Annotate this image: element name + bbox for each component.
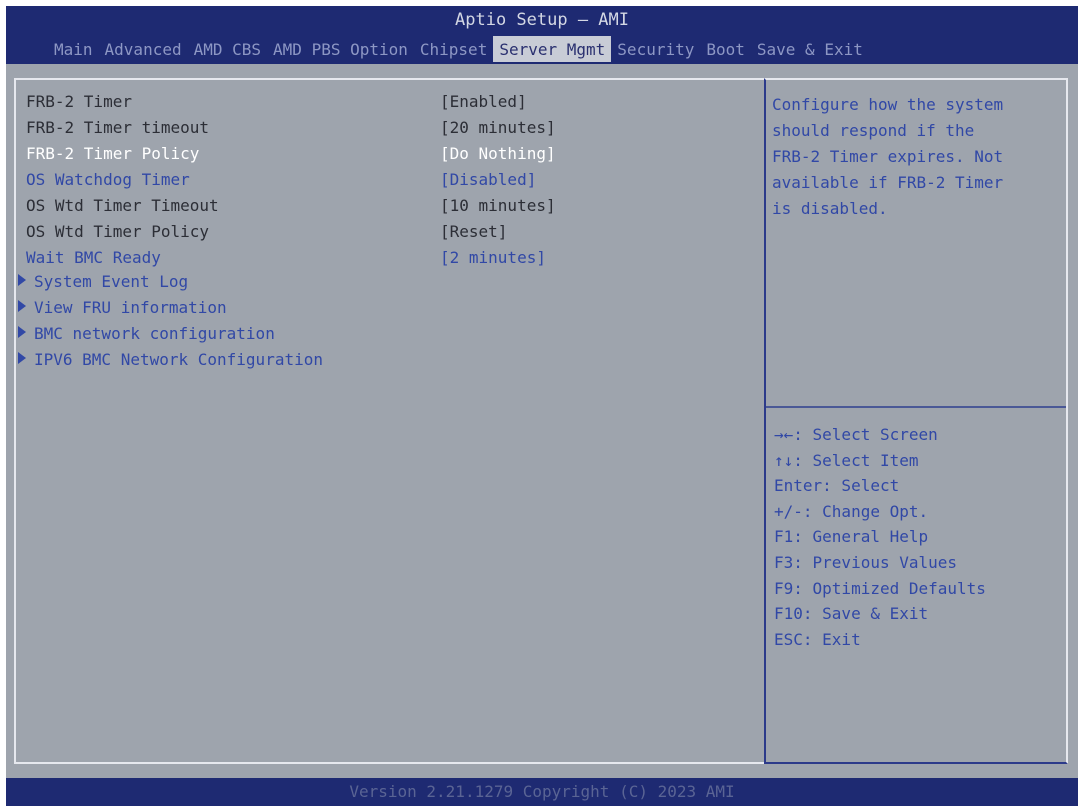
tab-main[interactable]: Main: [48, 36, 99, 62]
setting-row-frb2-timer-policy[interactable]: FRB-2 Timer Policy [Do Nothing]: [26, 144, 556, 168]
setting-row-os-wtd-timer-policy[interactable]: OS Wtd Timer Policy [Reset]: [26, 222, 507, 246]
setting-row-os-watchdog-timer[interactable]: OS Watchdog Timer [Disabled]: [26, 170, 536, 194]
key-hint-general-help: F1: General Help: [774, 527, 929, 547]
key-hint-esc-exit: ESC: Exit: [774, 629, 861, 649]
key-hint-select-screen: →←: Select Screen: [774, 425, 938, 444]
help-line: Configure how the system: [772, 95, 1004, 114]
submenu-label: IPV6 BMC Network Configuration: [34, 350, 323, 369]
setting-label: FRB-2 Timer timeout: [26, 118, 210, 137]
setting-value[interactable]: [2 minutes]: [440, 248, 546, 272]
setting-value[interactable]: [Enabled]: [440, 92, 527, 116]
setting-label: Wait BMC Ready: [26, 248, 161, 267]
bios-screen: Aptio Setup – AMI Main Advanced AMD CBS …: [6, 6, 1078, 806]
help-line: should respond if the: [772, 121, 975, 140]
app-title: Aptio Setup – AMI: [455, 10, 629, 30]
help-divider: [766, 406, 1066, 408]
submenu-label: BMC network configuration: [34, 324, 275, 343]
triangle-right-icon: [18, 274, 26, 286]
help-line: is disabled.: [772, 199, 888, 218]
triangle-right-icon: [18, 352, 26, 364]
tab-server-mgmt[interactable]: Server Mgmt: [493, 36, 612, 62]
title-bar: Aptio Setup – AMI Main Advanced AMD CBS …: [6, 6, 1078, 64]
setting-row-wait-bmc-ready[interactable]: Wait BMC Ready [2 minutes]: [26, 248, 546, 272]
tab-boot[interactable]: Boot: [700, 36, 751, 62]
tab-bar: Main Advanced AMD CBS AMD PBS Option Chi…: [48, 36, 869, 62]
setting-label: FRB-2 Timer: [26, 92, 132, 111]
submenu-label: System Event Log: [34, 272, 189, 291]
tab-amd-pbs-option[interactable]: AMD PBS Option: [267, 36, 414, 62]
setting-value[interactable]: [Reset]: [440, 222, 507, 246]
key-hint-select-item: ↑↓: Select Item: [774, 450, 919, 470]
setting-row-frb2-timer[interactable]: FRB-2 Timer [Enabled]: [26, 92, 527, 116]
setting-row-os-wtd-timer-timeout[interactable]: OS Wtd Timer Timeout [10 minutes]: [26, 196, 556, 220]
key-hint-previous-values: F3: Previous Values: [774, 552, 958, 572]
tab-security[interactable]: Security: [611, 36, 700, 62]
triangle-right-icon: [18, 326, 26, 338]
submenu-view-fru-information[interactable]: View FRU information: [18, 298, 227, 322]
key-hint-change-opt: +/-: Change Opt.: [774, 501, 929, 521]
key-hint-save-exit: F10: Save & Exit: [774, 604, 929, 624]
setting-value[interactable]: [Disabled]: [440, 170, 536, 194]
submenu-label: View FRU information: [34, 298, 227, 317]
key-hint-enter: Enter: Select: [774, 476, 900, 496]
setting-value[interactable]: [Do Nothing]: [440, 144, 556, 168]
setting-label: OS Wtd Timer Timeout: [26, 196, 219, 215]
key-legend: →←: Select Screen ↑↓: Select Item Enter:…: [774, 422, 986, 652]
tab-save-exit[interactable]: Save & Exit: [751, 36, 869, 62]
setting-label: OS Watchdog Timer: [26, 170, 190, 189]
submenu-bmc-network-configuration[interactable]: BMC network configuration: [18, 324, 275, 348]
setting-value[interactable]: [10 minutes]: [440, 196, 556, 220]
tab-chipset[interactable]: Chipset: [414, 36, 493, 62]
tab-amd-cbs[interactable]: AMD CBS: [188, 36, 267, 62]
version-footer: Version 2.21.1279 Copyright (C) 2023 AMI: [6, 778, 1078, 806]
setting-value[interactable]: [20 minutes]: [440, 118, 556, 142]
help-description: Configure how the system should respond …: [772, 92, 1052, 222]
tab-advanced[interactable]: Advanced: [99, 36, 188, 62]
key-hint-optimized-defaults: F9: Optimized Defaults: [774, 578, 986, 598]
submenu-ipv6-bmc-network-configuration[interactable]: IPV6 BMC Network Configuration: [18, 350, 323, 374]
help-line: FRB-2 Timer expires. Not: [772, 147, 1004, 166]
setting-label: FRB-2 Timer Policy: [26, 144, 200, 163]
triangle-right-icon: [18, 300, 26, 312]
setting-label: OS Wtd Timer Policy: [26, 222, 210, 241]
submenu-system-event-log[interactable]: System Event Log: [18, 272, 188, 296]
setting-row-frb2-timer-timeout[interactable]: FRB-2 Timer timeout [20 minutes]: [26, 118, 556, 142]
help-line: available if FRB-2 Timer: [772, 173, 1004, 192]
